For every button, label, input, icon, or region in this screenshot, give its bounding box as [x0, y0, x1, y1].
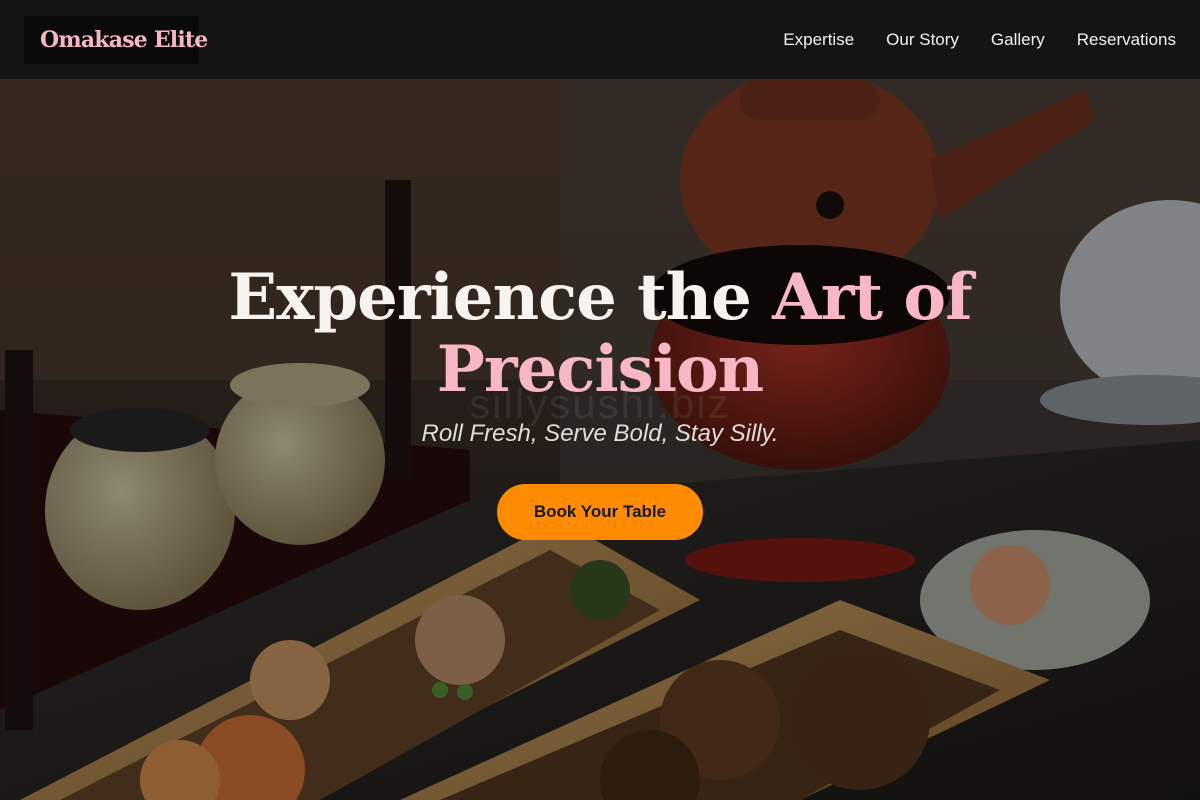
hero-title-main: Experience the	[228, 260, 773, 335]
brand-logo[interactable]: Omakase Elite	[24, 16, 208, 64]
top-navbar: Omakase Elite Expertise Our Story Galler…	[0, 0, 1200, 80]
nav-menu: Expertise Our Story Gallery Reservations	[783, 0, 1176, 80]
hero-content: sillysushi.biz Experience the Art of Pre…	[0, 80, 1200, 800]
hero-tagline: Roll Fresh, Serve Bold, Stay Silly.	[421, 420, 779, 447]
nav-link-reservations[interactable]: Reservations	[1077, 30, 1176, 50]
nav-link-our-story[interactable]: Our Story	[886, 30, 959, 50]
hero-section: sillysushi.biz Experience the Art of Pre…	[0, 80, 1200, 800]
page: Omakase Elite Expertise Our Story Galler…	[0, 0, 1200, 800]
book-table-button[interactable]: Book Your Table	[497, 484, 703, 540]
hero-title: Experience the Art of Precision	[150, 262, 1050, 406]
nav-link-gallery[interactable]: Gallery	[991, 30, 1045, 50]
nav-link-expertise[interactable]: Expertise	[783, 30, 854, 50]
